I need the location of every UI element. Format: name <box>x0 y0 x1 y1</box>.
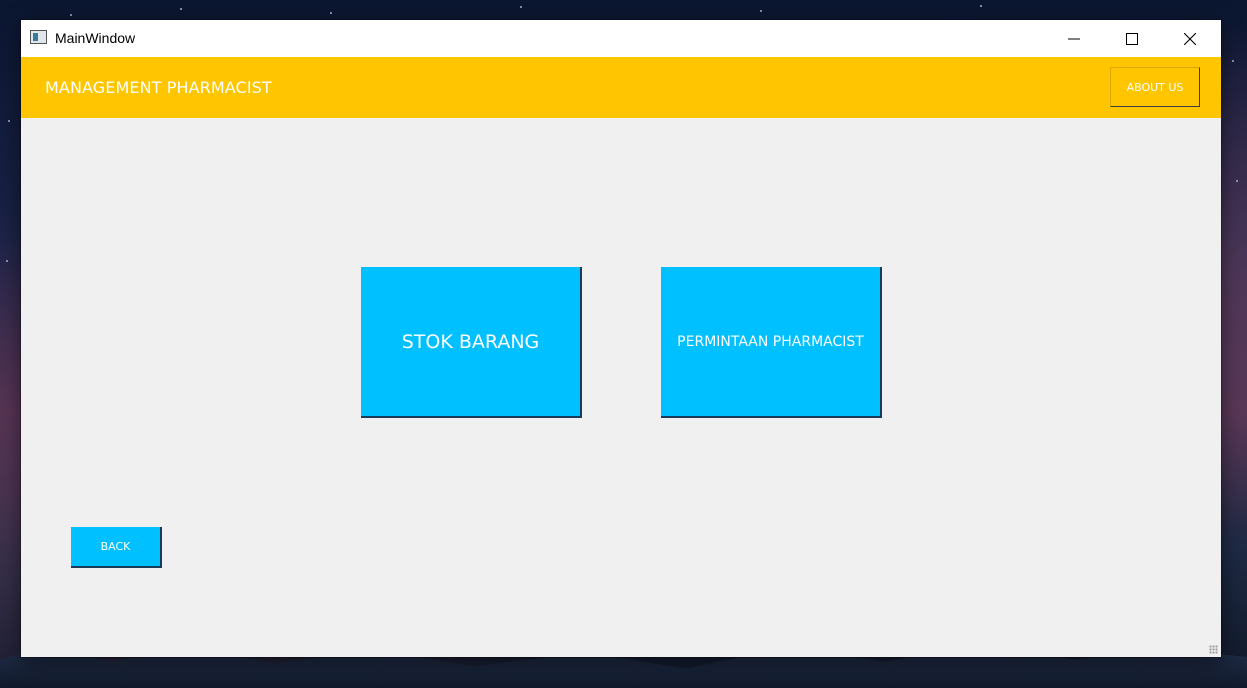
minimize-icon <box>1068 38 1080 39</box>
maximize-icon <box>1126 32 1138 45</box>
close-icon <box>1184 32 1196 45</box>
back-button[interactable]: BACK <box>71 527 162 568</box>
close-button[interactable] <box>1161 20 1219 57</box>
stok-barang-button[interactable]: STOK BARANG <box>361 267 582 418</box>
main-window: MainWindow MANAGEMENT PHARMACIST ABOUT U… <box>21 20 1221 657</box>
about-us-button[interactable]: ABOUT US <box>1110 67 1200 107</box>
maximize-button[interactable] <box>1103 20 1161 57</box>
permintaan-pharmacist-button[interactable]: PERMINTAAN PHARMACIST <box>661 267 882 418</box>
app-window-icon <box>30 30 47 44</box>
window-title: MainWindow <box>55 30 136 46</box>
page-title: MANAGEMENT PHARMACIST <box>45 78 272 97</box>
header-bar: MANAGEMENT PHARMACIST ABOUT US <box>21 57 1221 118</box>
minimize-button[interactable] <box>1045 20 1103 57</box>
resize-grip-icon[interactable] <box>1209 645 1218 654</box>
title-bar[interactable]: MainWindow <box>21 20 1221 57</box>
